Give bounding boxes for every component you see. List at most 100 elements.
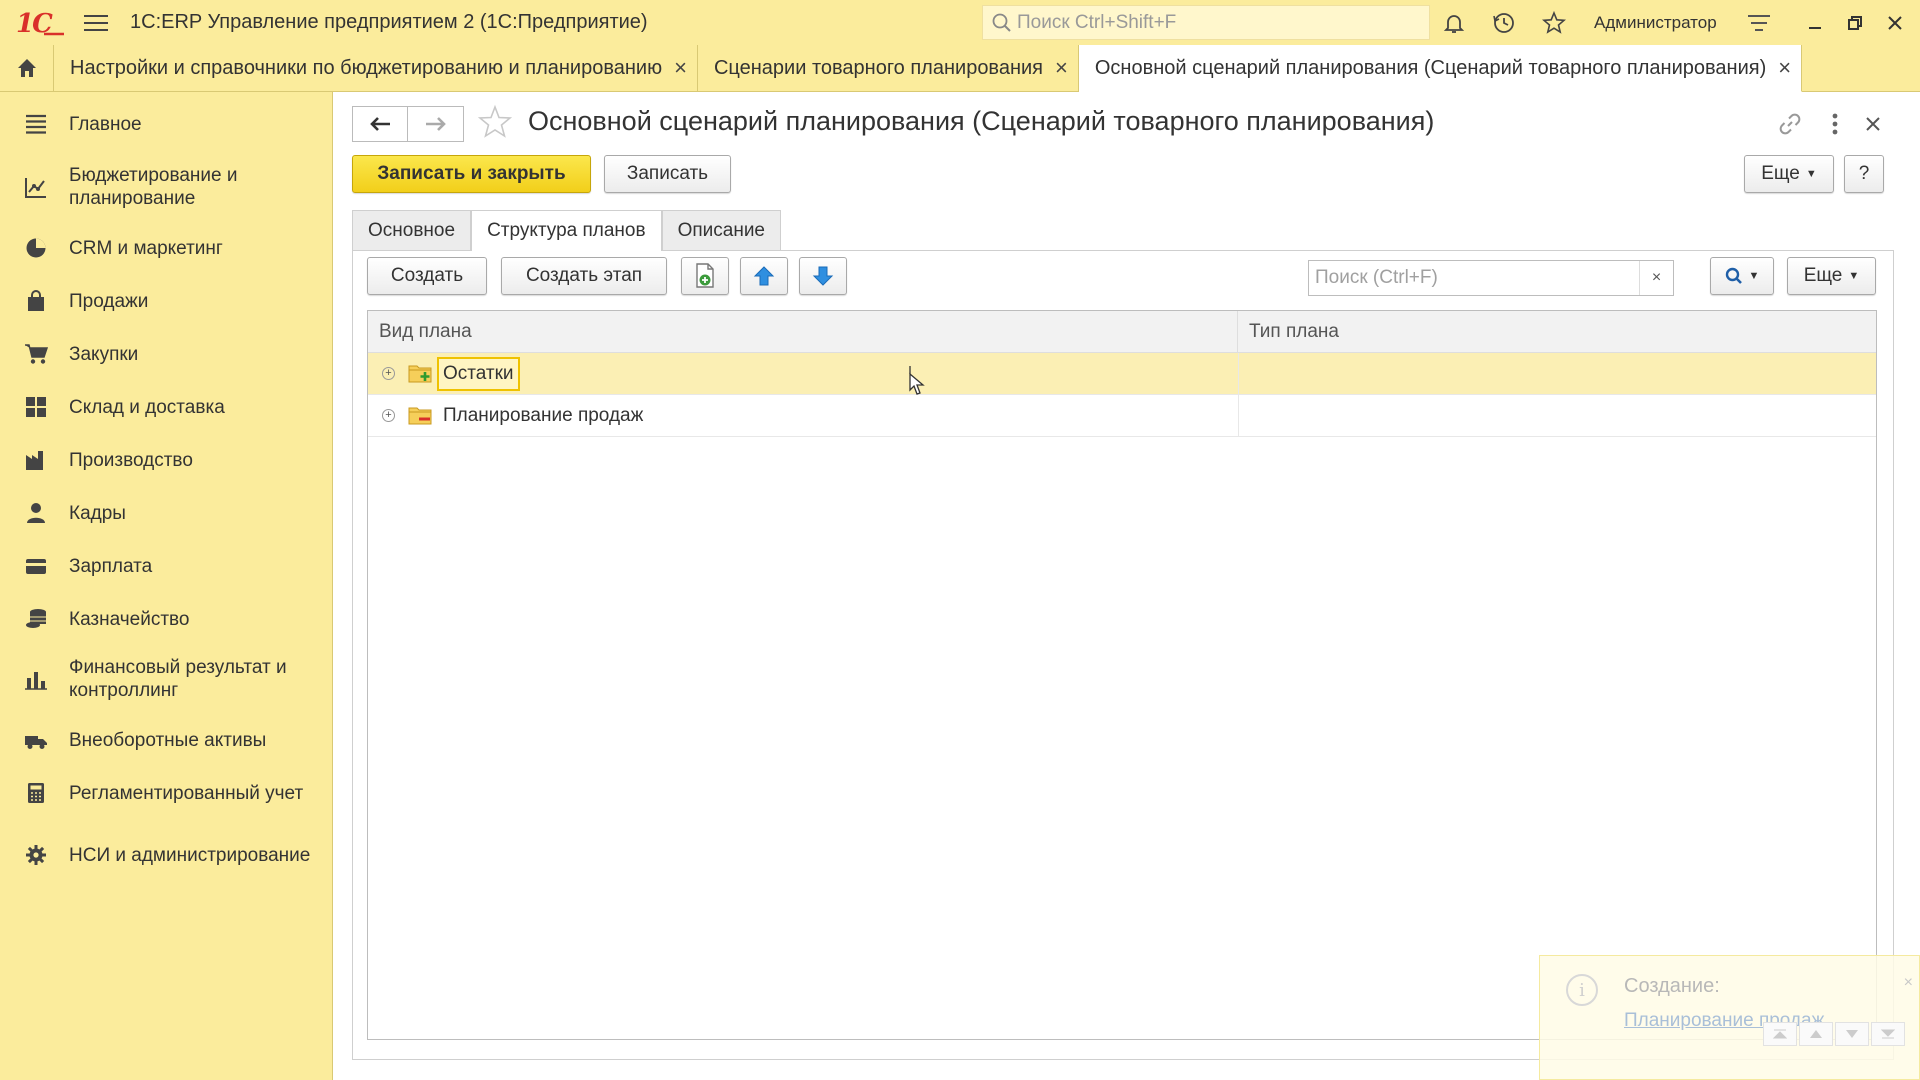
notification-navigation <box>1761 1022 1905 1046</box>
notification-prev-icon[interactable] <box>1799 1022 1833 1046</box>
help-button[interactable]: ? <box>1844 155 1884 193</box>
link-icon[interactable] <box>1776 110 1804 138</box>
dropdown-caret-icon: ▼ <box>1805 168 1817 180</box>
settings-lines-icon[interactable] <box>1745 9 1773 37</box>
sidebar-item-hr[interactable]: Кадры <box>0 495 333 531</box>
table-header: Вид плана Тип плана <box>368 311 1876 353</box>
sidebar-item-purchases[interactable]: Закупки <box>0 336 333 372</box>
move-up-button[interactable] <box>740 257 788 295</box>
row-plan-kind[interactable]: Остатки <box>437 357 520 391</box>
sidebar-item-financial-result[interactable]: Финансовый результат и контроллинг <box>0 654 333 704</box>
sidebar-item-regulated-accounting[interactable]: Регламентированный учет <box>0 775 333 811</box>
notification-first-icon[interactable] <box>1763 1022 1797 1046</box>
open-tabs-bar: Настройки и справочники по бюджетировани… <box>0 45 1920 92</box>
tab-product-scenarios[interactable]: Сценарии товарного планирования × <box>698 45 1079 91</box>
create-button[interactable]: Создать <box>367 257 487 295</box>
sections-sidebar: Главное Бюджетирование и планирование CR… <box>0 92 333 1080</box>
sidebar-item-salary[interactable]: Зарплата <box>0 548 333 584</box>
bell-icon[interactable] <box>1440 9 1468 37</box>
notification-popup: i Создание: Планирование продаж × <box>1539 955 1920 1080</box>
arrow-up-icon <box>753 266 775 286</box>
create-stage-button[interactable]: Создать этап <box>501 257 667 295</box>
chart-icon <box>24 175 48 199</box>
minimize-icon[interactable] <box>1795 0 1835 45</box>
tab-budget-settings[interactable]: Настройки и справочники по бюджетировани… <box>54 45 698 91</box>
table-search-field[interactable]: × <box>1308 260 1674 296</box>
tree-expand-icon[interactable]: + <box>382 367 395 380</box>
table-row[interactable]: + Остатки <box>368 353 1876 395</box>
more-button-label: Еще <box>1761 163 1800 184</box>
hamburger-menu-icon[interactable] <box>84 13 110 33</box>
tab-general[interactable]: Основное <box>352 210 472 250</box>
form-close-icon[interactable] <box>1859 110 1887 138</box>
row-plan-kind[interactable]: Планирование продаж <box>439 401 647 431</box>
notification-title: Создание: <box>1624 975 1720 997</box>
close-icon[interactable] <box>1875 0 1915 45</box>
add-to-favorites-star-icon[interactable] <box>477 104 513 146</box>
tree-expand-icon[interactable]: + <box>382 409 395 422</box>
gear-icon <box>24 843 48 867</box>
search-clear-icon[interactable]: × <box>1639 261 1673 295</box>
plan-structure-table[interactable]: Вид плана Тип плана + Остатки + Планиров… <box>367 310 1877 1040</box>
sidebar-item-warehouse[interactable]: Склад и доставка <box>0 389 333 425</box>
app-logo: 1С <box>16 8 66 38</box>
bar-chart-icon <box>24 667 48 691</box>
tab-close-icon[interactable]: × <box>1778 55 1791 81</box>
tab-main-scenario[interactable]: Основной сценарий планирования (Сценарий… <box>1078 45 1803 92</box>
more-button[interactable]: Еще ▼ <box>1744 155 1834 193</box>
sidebar-item-treasury[interactable]: Казначейство <box>0 601 333 637</box>
sidebar-item-fixed-assets[interactable]: Внеоборотные активы <box>0 722 333 758</box>
user-name[interactable]: Администратор <box>1594 13 1717 33</box>
warehouse-icon <box>24 395 48 419</box>
add-from-template-button[interactable] <box>681 257 729 295</box>
tab-label: Основной сценарий планирования (Сценарий… <box>1094 56 1767 79</box>
back-button[interactable] <box>352 106 408 142</box>
notification-close-icon[interactable]: × <box>1904 974 1913 992</box>
list-icon <box>24 112 48 136</box>
tab-close-icon[interactable]: × <box>674 55 687 81</box>
sidebar-item-production[interactable]: Производство <box>0 442 333 478</box>
sidebar-item-sales[interactable]: Продажи <box>0 283 333 319</box>
home-icon <box>17 59 36 77</box>
title-bar: 1С 1С:ERP Управление предприятием 2 (1С:… <box>0 0 1920 45</box>
sidebar-item-crm[interactable]: CRM и маркетинг <box>0 230 333 266</box>
table-more-label: Еще <box>1803 265 1843 286</box>
column-header-plan-kind[interactable]: Вид плана <box>368 311 1238 353</box>
table-more-button[interactable]: Еще ▼ <box>1787 257 1876 295</box>
wallet-icon <box>24 554 48 578</box>
history-icon[interactable] <box>1490 9 1518 37</box>
restore-icon[interactable] <box>1835 0 1875 45</box>
global-search-field[interactable]: Поиск Ctrl+Shift+F <box>982 5 1430 40</box>
favorites-star-icon[interactable] <box>1540 9 1568 37</box>
tab-label: Настройки и справочники по бюджетировани… <box>70 56 663 79</box>
folder-add-icon <box>408 365 432 383</box>
1c-logo-icon: 1С <box>16 9 64 38</box>
tab-description[interactable]: Описание <box>661 210 781 250</box>
arrow-down-icon <box>812 266 834 286</box>
search-options-button[interactable]: ▼ <box>1710 257 1774 295</box>
home-tab[interactable] <box>0 45 54 91</box>
factory-icon <box>24 448 48 472</box>
row-plan-type[interactable] <box>1238 395 1239 437</box>
global-search-placeholder: Поиск Ctrl+Shift+F <box>1017 11 1177 33</box>
forward-button[interactable] <box>408 106 464 142</box>
sidebar-item-admin[interactable]: НСИ и администрирование <box>0 830 333 880</box>
more-actions-icon[interactable] <box>1821 110 1849 138</box>
save-button[interactable]: Записать <box>604 155 731 193</box>
row-plan-type[interactable] <box>1238 353 1239 395</box>
table-row[interactable]: + Планирование продаж <box>368 395 1876 437</box>
mouse-cursor-icon <box>909 366 925 395</box>
folder-remove-icon <box>408 407 432 425</box>
sidebar-item-budgeting[interactable]: Бюджетирование и планирование <box>0 162 333 212</box>
notification-next-icon[interactable] <box>1835 1022 1869 1046</box>
arrow-left-icon <box>370 117 390 131</box>
table-search-input[interactable] <box>1309 261 1639 295</box>
save-and-close-button[interactable]: Записать и закрыть <box>352 155 591 193</box>
notification-last-icon[interactable] <box>1871 1022 1905 1046</box>
navigation-buttons <box>352 106 464 142</box>
column-header-plan-type[interactable]: Тип плана <box>1238 311 1876 353</box>
sidebar-item-main[interactable]: Главное <box>0 106 333 142</box>
tab-plan-structure[interactable]: Структура планов <box>471 210 662 251</box>
tab-close-icon[interactable]: × <box>1055 55 1068 81</box>
move-down-button[interactable] <box>799 257 847 295</box>
